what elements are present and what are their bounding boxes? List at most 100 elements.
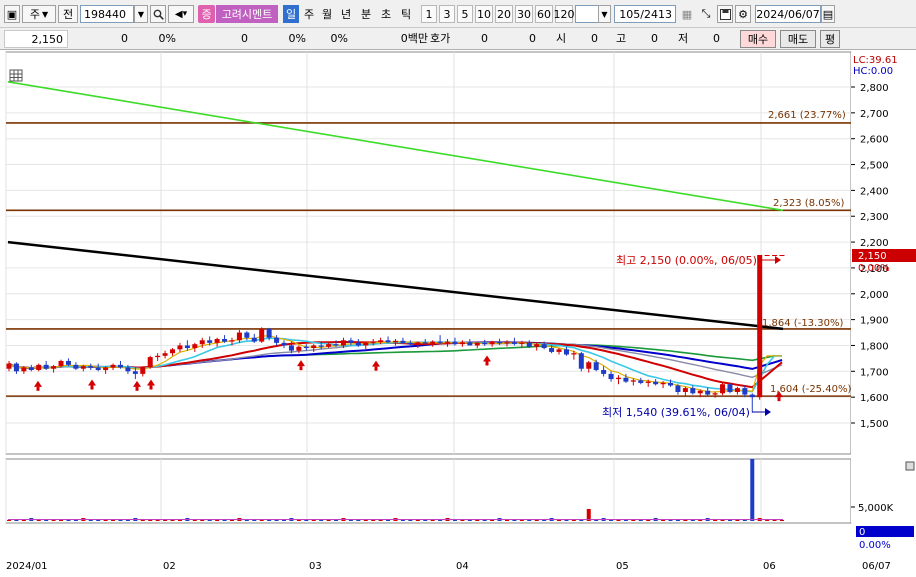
level-label-2323: 2,323 (8.05%) — [773, 198, 844, 209]
candle-body — [437, 341, 443, 343]
date-tick-label: 2024/01 — [6, 561, 48, 572]
interval-10-button[interactable]: 10 — [475, 5, 493, 23]
interval-120-button[interactable]: 120 — [554, 5, 575, 23]
date-tick-label: 05 — [616, 561, 629, 572]
trading-amount-value: 0백만 — [400, 32, 428, 45]
candle-body — [682, 388, 688, 392]
evaluate-button[interactable]: 평 — [820, 30, 840, 48]
candle-body — [593, 362, 599, 371]
buy-signal-arrow-stem — [149, 385, 153, 390]
buy-signal-arrow-stem — [777, 397, 781, 402]
current-price-badge-pct: 0.00% — [858, 263, 890, 274]
buy-signal-arrow-stem — [36, 386, 40, 391]
volume-pane-close-icon[interactable] — [905, 461, 915, 471]
candle-body — [653, 381, 659, 385]
volume-bar — [542, 520, 547, 521]
volume-bar — [423, 520, 428, 521]
candle-body — [497, 341, 503, 344]
candle-body — [578, 353, 584, 369]
sell-button[interactable]: 매도 — [780, 30, 816, 48]
volume-bar — [163, 520, 168, 521]
candle-body — [51, 366, 57, 369]
grid-icon[interactable]: ▦ — [679, 5, 695, 23]
period-week-tab[interactable]: 주 — [301, 5, 317, 23]
candle-body — [430, 341, 436, 344]
volume-bar — [311, 520, 316, 521]
volume-bar — [371, 520, 376, 521]
stock-code-input[interactable]: 198440 — [80, 5, 134, 23]
date-input[interactable]: 2024/06/07 — [755, 5, 821, 23]
volume-bar — [475, 520, 480, 521]
interval-1-button[interactable]: 1 — [421, 5, 437, 23]
market-button[interactable]: 전 — [58, 5, 78, 23]
volume-bar — [334, 520, 339, 521]
save-icon[interactable] — [717, 5, 733, 23]
period-year-tab[interactable]: 년 — [337, 5, 355, 23]
date-axis-labels: 2024/01 02 03 04 05 06 06/07 — [6, 561, 891, 572]
candle-body — [705, 390, 711, 395]
period-second-tab[interactable]: 초 — [377, 5, 395, 23]
candle-body — [630, 380, 636, 382]
period-minute-tab[interactable]: 분 — [357, 5, 375, 23]
price-tick-label: 2,200 — [860, 238, 889, 249]
candle-body — [571, 353, 577, 355]
volume-bar — [192, 520, 197, 521]
hoga-label: 호가 — [430, 32, 451, 45]
candle-body — [348, 340, 354, 343]
lc-label: LC:39.61 — [853, 55, 898, 66]
candle-body — [125, 367, 131, 372]
candle-body — [623, 377, 629, 382]
calendar-icon[interactable]: ▤ — [821, 5, 835, 23]
candle-body — [541, 344, 547, 349]
buy-button[interactable]: 매수 — [740, 30, 776, 48]
volume-bar — [155, 520, 160, 521]
buy-signal-arrow-stem — [299, 366, 303, 371]
interval-60-button[interactable]: 60 — [535, 5, 553, 23]
volume-bar — [609, 520, 614, 521]
display-count-field[interactable]: 105/2413 — [614, 5, 676, 23]
candle-body — [162, 353, 168, 356]
volume-bar — [200, 520, 205, 521]
price-chart[interactable]: 2,8002,7002,6002,5002,4002,3002,2002,100… — [0, 50, 916, 577]
candle-body — [170, 349, 176, 354]
search-icon[interactable] — [150, 5, 166, 23]
code-dropdown-button[interactable]: ▼ — [134, 5, 148, 23]
volume-bar — [170, 520, 175, 521]
volume-bar — [125, 520, 130, 521]
date-tick-label: 03 — [309, 561, 322, 572]
low-label: 저 — [678, 32, 689, 45]
period-day-tab[interactable]: 일 — [283, 5, 299, 23]
volume-bar — [690, 520, 695, 521]
volume-bar — [348, 520, 353, 521]
buy-signal-arrow-stem — [135, 386, 139, 391]
level-label-2661: 2,661 (23.77%) — [768, 110, 846, 121]
candle-body — [65, 360, 71, 365]
interval-dropdown-button[interactable]: ▼ — [598, 5, 611, 23]
period-month-tab[interactable]: 월 — [319, 5, 335, 23]
candle-body — [415, 342, 421, 345]
quote-bar: 2,150 0 0% 0 0% 0% 0백만 호가 0 0 시 0 고 0 저 … — [0, 28, 916, 50]
period-tick-tab[interactable]: 틱 — [397, 5, 415, 23]
candle-body — [58, 360, 64, 367]
window-icon[interactable]: ▣ — [4, 5, 20, 23]
gear-icon[interactable]: ⚙ — [735, 5, 751, 23]
volume-bar — [772, 520, 777, 521]
chart-grid-icon[interactable] — [9, 69, 23, 82]
date-tick-label: 02 — [163, 561, 176, 572]
speaker-icon[interactable]: ◀ ▾ — [168, 5, 194, 23]
candle-body — [586, 362, 592, 369]
volume-bar — [557, 520, 562, 521]
candle-body — [749, 394, 755, 398]
interval-3-button[interactable]: 3 — [439, 5, 455, 23]
candle-body — [645, 381, 651, 383]
price-tick-label: 2,000 — [860, 290, 889, 301]
candle-body — [407, 342, 413, 345]
interval-20-button[interactable]: 20 — [495, 5, 513, 23]
interval-30-button[interactable]: 30 — [515, 5, 533, 23]
interval-5-button[interactable]: 5 — [457, 5, 473, 23]
code-type-select[interactable]: 주 ▼ — [22, 5, 56, 23]
volume-bar — [222, 520, 227, 521]
crosshair-icon[interactable]: ⤡ — [698, 5, 714, 23]
buy-signal-arrow-stem — [374, 366, 378, 371]
price-tick-label: 1,500 — [860, 419, 889, 430]
